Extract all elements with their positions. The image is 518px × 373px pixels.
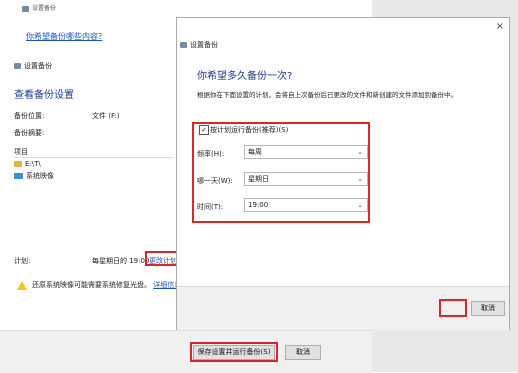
folder-icon: [14, 161, 22, 167]
list-item: 系统映像: [14, 171, 54, 181]
highlight-change-schedule: [145, 251, 179, 266]
location-value: 文件 (F:): [92, 112, 120, 120]
run-on-schedule-checkbox[interactable]: ✓: [199, 125, 209, 135]
day-label: 哪一天(W):: [197, 177, 233, 185]
summary-label: 备份摘要:: [14, 129, 45, 137]
dialog-title: 设置备份: [180, 40, 218, 50]
time-label: 时间(T):: [197, 203, 224, 211]
page-title: 查看备份设置: [14, 90, 74, 101]
schedule-label: 计划:: [14, 257, 31, 265]
day-select[interactable]: 星期日 ⌄: [244, 172, 368, 186]
items-header: 项目: [14, 147, 174, 158]
frequency-label: 频率(H):: [197, 150, 225, 158]
highlight-save-button: [190, 342, 278, 362]
run-on-schedule-label: 按计划运行备份(推荐)(S): [210, 126, 289, 134]
system-image-icon: [14, 173, 23, 179]
location-label: 备份位置:: [14, 112, 45, 120]
warning-icon: [17, 280, 27, 290]
cancel-button[interactable]: 取消: [285, 345, 321, 360]
window-footer: 保存设置并运行备份(S) 取消: [0, 330, 372, 373]
backup-icon: [22, 5, 29, 12]
dialog-description: 根据你在下面设置的计划，会将自上次备份后已更改的文件和新创建的文件添加到备份中。: [197, 91, 457, 99]
dialog-cancel-button[interactable]: 取消: [471, 301, 505, 316]
what-to-backup-link[interactable]: 你希望备份哪些内容?: [26, 31, 102, 42]
backup-icon: [180, 42, 187, 48]
warning-row: 还原系统映像可能需要系统修复光盘。 详细信息: [17, 280, 181, 290]
list-item: E:\T\: [14, 160, 41, 168]
window-title: 设置备份: [22, 3, 56, 12]
chevron-down-icon: ⌄: [357, 148, 363, 156]
highlight-ok-area: [439, 299, 467, 317]
backup-icon: [14, 63, 21, 69]
schedule-value: 每星期日的 19:00: [92, 257, 150, 265]
dialog-heading: 你希望多久备份一次?: [197, 71, 293, 82]
close-icon[interactable]: ×: [496, 21, 504, 32]
schedule-dialog: × 设置备份 你希望多久备份一次? 根据你在下面设置的计划，会将自上次备份后已更…: [176, 17, 510, 330]
chevron-down-icon: ⌄: [357, 175, 363, 183]
chevron-down-icon: ⌄: [357, 201, 363, 209]
section-label: 设置备份: [14, 61, 52, 71]
dialog-footer: 取消: [177, 286, 509, 330]
frequency-select[interactable]: 每周 ⌄: [244, 145, 368, 159]
time-select[interactable]: 19:00 ⌄: [244, 198, 368, 212]
